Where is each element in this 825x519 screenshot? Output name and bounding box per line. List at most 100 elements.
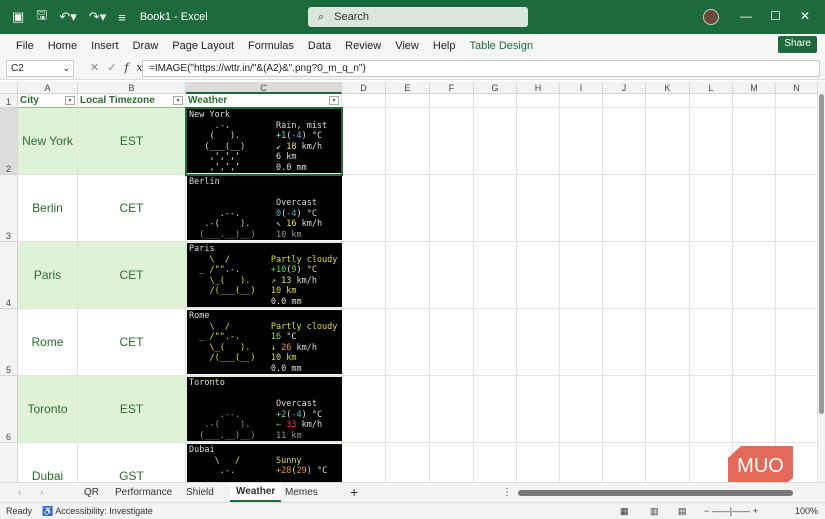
empty-cell[interactable]	[690, 443, 733, 482]
header-empty[interactable]	[430, 94, 474, 108]
empty-cell[interactable]	[430, 376, 474, 443]
column-header-C[interactable]: C	[186, 82, 342, 94]
header-empty[interactable]	[386, 94, 430, 108]
empty-cell[interactable]	[646, 443, 690, 482]
empty-cell[interactable]	[690, 376, 733, 443]
empty-cell[interactable]	[690, 242, 733, 309]
empty-cell[interactable]	[690, 108, 733, 175]
column-header-F[interactable]: F	[430, 82, 474, 94]
timezone-cell[interactable]: CET	[78, 309, 186, 376]
header-empty[interactable]	[474, 94, 517, 108]
empty-cell[interactable]	[386, 443, 430, 482]
header-empty[interactable]	[776, 94, 818, 108]
page-break-view-icon[interactable]: ▤	[678, 506, 687, 517]
empty-cell[interactable]	[517, 175, 560, 242]
empty-cell[interactable]	[690, 309, 733, 376]
empty-cell[interactable]	[733, 242, 776, 309]
header-city[interactable]: City ▾	[18, 94, 78, 108]
city-cell[interactable]: Paris	[18, 242, 78, 309]
empty-cell[interactable]	[560, 108, 603, 175]
row-header-3[interactable]: 3	[0, 175, 18, 242]
empty-cell[interactable]	[776, 108, 818, 175]
weather-cell[interactable]: Rome \ / Partly cloudy _ /"".-. 16 °C \_…	[186, 309, 342, 376]
undo-icon[interactable]: ↶▾	[59, 9, 76, 25]
empty-cell[interactable]	[646, 108, 690, 175]
accessibility-status[interactable]: ♿ Accessibility: Investigate	[42, 506, 153, 517]
empty-cell[interactable]	[517, 242, 560, 309]
column-header-E[interactable]: E	[386, 82, 430, 94]
sheet-tab-memes[interactable]: Memes	[285, 487, 318, 498]
city-cell[interactable]: Rome	[18, 309, 78, 376]
ribbon-tab-help[interactable]: Help	[433, 40, 456, 52]
share-button[interactable]: Share	[778, 36, 817, 53]
empty-cell[interactable]	[342, 376, 386, 443]
ribbon-tab-table-design[interactable]: Table Design	[470, 40, 534, 52]
select-all[interactable]	[0, 82, 18, 94]
search-box[interactable]: ⌕ Search	[308, 7, 528, 27]
empty-cell[interactable]	[733, 309, 776, 376]
sheet-tab-weather[interactable]: Weather	[230, 483, 282, 502]
header-tz[interactable]: Local Timezone ▾	[78, 94, 186, 108]
empty-cell[interactable]	[430, 309, 474, 376]
weather-cell[interactable]: New York .-. Rain, mist ( ). +1(-4) °C (…	[186, 108, 342, 175]
empty-cell[interactable]	[776, 376, 818, 443]
chevron-down-icon[interactable]: ⌄	[62, 63, 70, 74]
header-empty[interactable]	[342, 94, 386, 108]
empty-cell[interactable]	[603, 376, 646, 443]
minimize-icon[interactable]: —	[740, 9, 752, 23]
formula-input[interactable]: =IMAGE("https://wttr.in/"&(A2)&".png?0_m…	[142, 60, 820, 77]
empty-cell[interactable]	[342, 443, 386, 482]
empty-cell[interactable]	[603, 108, 646, 175]
redo-icon[interactable]: ↷▾	[89, 9, 106, 25]
empty-cell[interactable]	[517, 108, 560, 175]
row-header-7[interactable]: 7	[0, 443, 18, 482]
empty-cell[interactable]	[646, 175, 690, 242]
avatar[interactable]	[703, 9, 719, 25]
page-layout-view-icon[interactable]: ▥	[650, 506, 659, 517]
prev-sheet-icon[interactable]: ‹	[18, 487, 21, 498]
column-header-K[interactable]: K	[646, 82, 690, 94]
empty-cell[interactable]	[342, 175, 386, 242]
timezone-cell[interactable]: EST	[78, 376, 186, 443]
empty-cell[interactable]	[560, 443, 603, 482]
next-sheet-icon[interactable]: ›	[40, 487, 43, 498]
header-empty[interactable]	[733, 94, 776, 108]
empty-cell[interactable]	[603, 443, 646, 482]
empty-cell[interactable]	[560, 242, 603, 309]
timezone-cell[interactable]: CET	[78, 242, 186, 309]
empty-cell[interactable]	[430, 175, 474, 242]
column-header-M[interactable]: M	[733, 82, 776, 94]
timezone-cell[interactable]: EST	[78, 108, 186, 175]
city-cell[interactable]: Toronto	[18, 376, 78, 443]
empty-cell[interactable]	[386, 376, 430, 443]
autosave-icon[interactable]: ▣	[12, 9, 24, 25]
empty-cell[interactable]	[560, 175, 603, 242]
filter-dropdown-icon[interactable]: ▾	[173, 96, 183, 105]
row-header-2[interactable]: 2	[0, 108, 18, 175]
empty-cell[interactable]	[560, 376, 603, 443]
empty-cell[interactable]	[342, 242, 386, 309]
header-weather[interactable]: Weather ▾	[186, 94, 342, 108]
add-sheet-button[interactable]: +	[350, 484, 358, 500]
city-cell[interactable]: New York	[18, 108, 78, 175]
empty-cell[interactable]	[517, 309, 560, 376]
empty-cell[interactable]	[776, 175, 818, 242]
empty-cell[interactable]	[386, 175, 430, 242]
filter-dropdown-icon[interactable]: ▾	[65, 96, 75, 105]
sheet-tab-qr[interactable]: QR	[84, 487, 99, 498]
city-cell[interactable]: Dubai	[18, 443, 78, 482]
empty-cell[interactable]	[733, 175, 776, 242]
ribbon-tab-file[interactable]: File	[16, 40, 34, 52]
ribbon-tab-review[interactable]: Review	[345, 40, 381, 52]
empty-cell[interactable]	[342, 108, 386, 175]
weather-cell[interactable]: Paris \ / Partly cloudy _ /"".-. +10(9) …	[186, 242, 342, 309]
empty-cell[interactable]	[733, 376, 776, 443]
empty-cell[interactable]	[603, 309, 646, 376]
empty-cell[interactable]	[474, 108, 517, 175]
empty-cell[interactable]	[733, 108, 776, 175]
empty-cell[interactable]	[430, 108, 474, 175]
empty-cell[interactable]	[474, 309, 517, 376]
weather-cell[interactable]: Berlin Overcast .--. 0(-4) °C .-( ). ↖ 1…	[186, 175, 342, 242]
empty-cell[interactable]	[386, 108, 430, 175]
save-icon[interactable]: 🖫	[36, 6, 47, 28]
